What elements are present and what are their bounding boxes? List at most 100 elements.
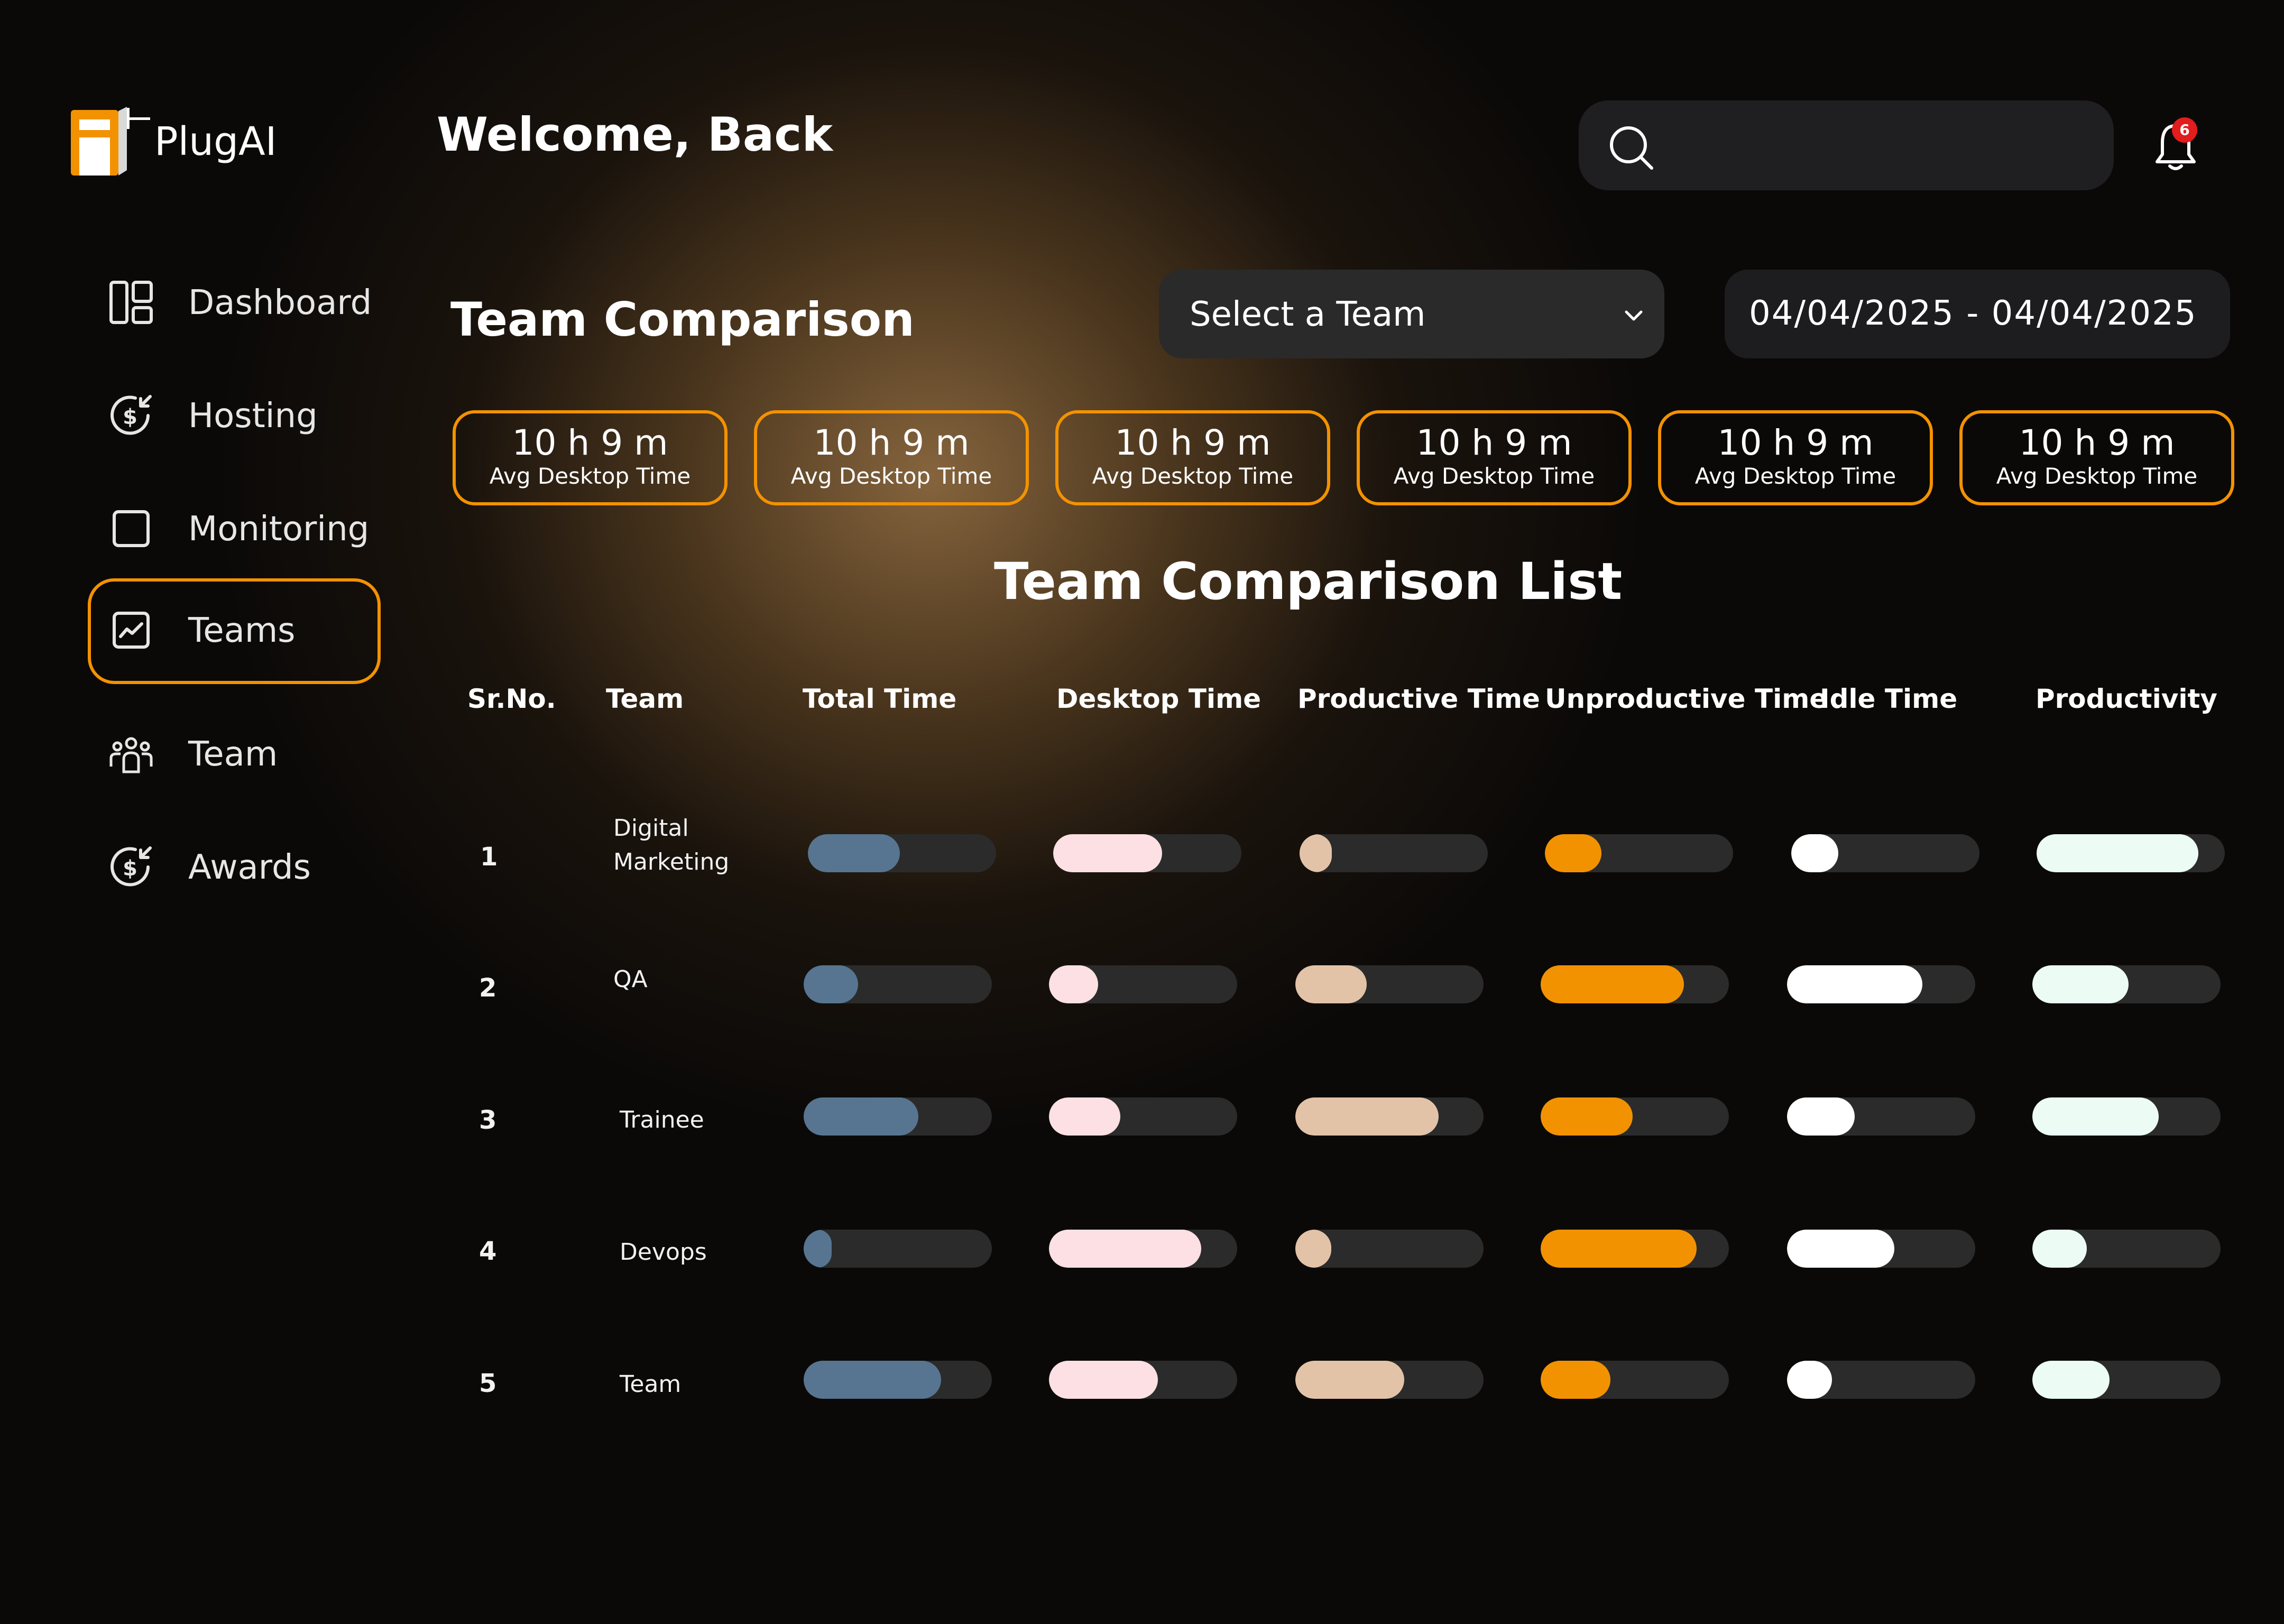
desktop-time-bar xyxy=(1049,1097,1237,1136)
total-time-bar xyxy=(804,1361,992,1399)
total-time-bar-fill xyxy=(804,1097,919,1136)
stat-label: Avg Desktop Time xyxy=(1092,463,1294,489)
idle-time-bar-fill xyxy=(1787,1230,1894,1268)
desktop-time-bar-fill xyxy=(1049,1097,1121,1136)
productive-time-bar-fill xyxy=(1295,1361,1405,1399)
stat-label: Avg Desktop Time xyxy=(1393,463,1595,489)
productivity-bar xyxy=(2032,1230,2221,1268)
idle-time-bar xyxy=(1787,1097,1975,1136)
productive-time-bar xyxy=(1295,1361,1484,1399)
dollar-refund-icon: $ xyxy=(110,395,152,435)
welcome-heading: Welcome, Back xyxy=(437,107,833,162)
sidebar-item-label: Dashboard xyxy=(188,283,372,322)
total-time-bar xyxy=(808,834,996,872)
stat-value: 10 h 9 m xyxy=(2019,422,2175,463)
unproductive-time-bar xyxy=(1541,1230,1729,1268)
team-select-value: Select a Team xyxy=(1190,295,1426,334)
column-header-productivity: Productivity xyxy=(2036,684,2217,714)
desktop-time-bar-fill xyxy=(1049,965,1098,1003)
stat-card: 10 h 9 m Avg Desktop Time xyxy=(1658,410,1933,505)
square-icon xyxy=(113,510,150,547)
productive-time-bar xyxy=(1300,834,1488,872)
idle-time-bar xyxy=(1787,1230,1975,1268)
total-time-bar-fill xyxy=(804,965,859,1003)
unproductive-time-bar xyxy=(1541,965,1729,1003)
row-sr-no: 5 xyxy=(479,1369,497,1398)
row-sr-no: 3 xyxy=(479,1105,497,1135)
desktop-time-bar xyxy=(1049,1361,1237,1399)
stat-card: 10 h 9 m Avg Desktop Time xyxy=(754,410,1029,505)
date-range-picker[interactable]: 04/04/2025 - 04/04/2025 xyxy=(1725,270,2230,358)
idle-time-bar xyxy=(1787,965,1975,1003)
row-sr-no: 4 xyxy=(479,1237,497,1266)
column-header-idle-time: Idle Time xyxy=(1820,684,1958,714)
brand-name: PlugAI xyxy=(154,119,277,164)
productive-time-bar xyxy=(1295,1230,1484,1268)
unproductive-time-bar-fill xyxy=(1541,1230,1697,1268)
row-team-name: Marketing xyxy=(613,848,730,875)
desktop-time-bar-fill xyxy=(1049,1230,1202,1268)
stat-card: 10 h 9 m Avg Desktop Time xyxy=(453,410,727,505)
desktop-time-bar xyxy=(1049,1230,1237,1268)
users-icon xyxy=(109,737,153,773)
idle-time-bar-fill xyxy=(1787,1361,1832,1399)
notification-badge: 6 xyxy=(2172,117,2197,143)
stat-label: Avg Desktop Time xyxy=(1996,463,2198,489)
column-header-total-time: Total Time xyxy=(803,684,957,714)
column-header-unproductive-time: Unproductive Time xyxy=(1545,684,1828,714)
row-team-name: Trainee xyxy=(620,1106,704,1133)
total-time-bar xyxy=(804,1097,992,1136)
dollar-refund-icon: $ xyxy=(110,846,152,887)
stat-value: 10 h 9 m xyxy=(1416,422,1572,463)
sidebar-item-team[interactable]: Team xyxy=(88,694,381,799)
sidebar-item-monitoring[interactable]: Monitoring xyxy=(88,468,381,574)
stat-card: 10 h 9 m Avg Desktop Time xyxy=(1055,410,1330,505)
desktop-time-bar xyxy=(1053,834,1241,872)
productive-time-bar-fill xyxy=(1300,834,1332,872)
unproductive-time-bar-fill xyxy=(1541,1361,1610,1399)
stat-value: 10 h 9 m xyxy=(1717,422,1874,463)
unproductive-time-bar-fill xyxy=(1545,834,1601,872)
desktop-time-bar-fill xyxy=(1053,834,1163,872)
stat-value: 10 h 9 m xyxy=(512,422,668,463)
idle-time-bar xyxy=(1787,1361,1975,1399)
productivity-bar xyxy=(2037,834,2225,872)
productivity-bar-fill xyxy=(2037,834,2199,872)
stat-value: 10 h 9 m xyxy=(813,422,970,463)
total-time-bar-fill xyxy=(804,1361,941,1399)
sidebar-item-label: Hosting xyxy=(188,396,318,436)
date-range-value: 04/04/2025 - 04/04/2025 xyxy=(1749,294,2197,333)
app-root: PlugAI Dashboard $ Hosting Monitoring Te… xyxy=(0,0,2284,1624)
productivity-bar-fill xyxy=(2032,1361,2110,1399)
svg-text:$: $ xyxy=(123,405,137,429)
productive-time-bar-fill xyxy=(1295,1230,1331,1268)
unproductive-time-bar xyxy=(1545,834,1733,872)
row-team-name: Team xyxy=(620,1371,681,1398)
sidebar-item-dashboard[interactable]: Dashboard xyxy=(88,242,381,348)
total-time-bar xyxy=(804,1230,992,1268)
column-header-sr-no: Sr.No. xyxy=(467,684,556,714)
chevron-down-icon xyxy=(1625,310,1643,321)
sidebar-item-hosting[interactable]: $ Hosting xyxy=(88,355,381,461)
sidebar-item-awards[interactable]: $ Awards xyxy=(88,807,381,912)
idle-time-bar-fill xyxy=(1787,1097,1855,1136)
sidebar-item-teams[interactable]: Teams xyxy=(88,578,381,684)
row-team-name: Devops xyxy=(620,1239,707,1266)
unproductive-time-bar-fill xyxy=(1541,1097,1633,1136)
stat-label: Avg Desktop Time xyxy=(489,463,691,489)
search-box[interactable] xyxy=(1579,100,2114,190)
row-sr-no: 2 xyxy=(479,973,497,1003)
productivity-bar-fill xyxy=(2032,1097,2159,1136)
sidebar-item-label: Teams xyxy=(188,611,296,650)
productive-time-bar xyxy=(1295,965,1484,1003)
total-time-bar-fill xyxy=(808,834,900,872)
productivity-bar-fill xyxy=(2032,1230,2087,1268)
total-time-bar xyxy=(804,965,992,1003)
productive-time-bar-fill xyxy=(1295,1097,1439,1136)
stat-card: 10 h 9 m Avg Desktop Time xyxy=(1959,410,2234,505)
sidebar-item-label: Team xyxy=(188,735,278,774)
team-select-dropdown[interactable]: Select a Team xyxy=(1159,270,1664,358)
unproductive-time-bar xyxy=(1541,1361,1729,1399)
plugai-logo-icon xyxy=(71,107,150,176)
desktop-time-bar-fill xyxy=(1049,1361,1158,1399)
